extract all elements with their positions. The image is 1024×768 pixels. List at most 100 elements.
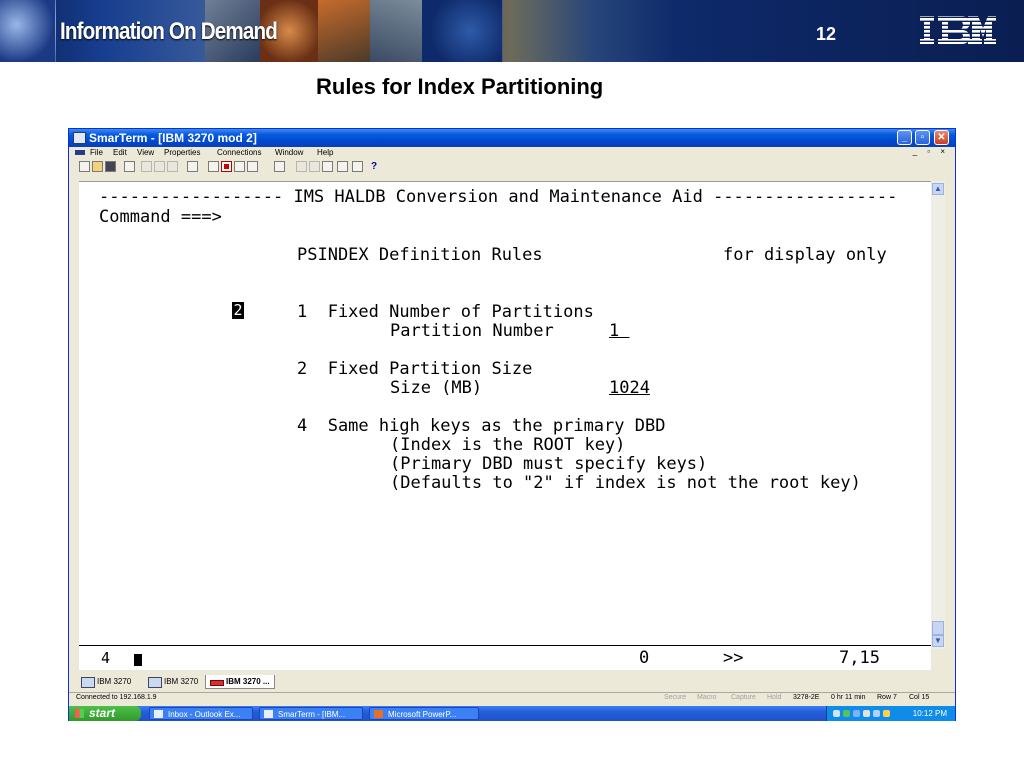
session-icon [210, 680, 224, 686]
hold-indicator: Hold [767, 694, 782, 701]
tray-messenger-icon[interactable] [853, 710, 860, 717]
banner-photo-5 [370, 0, 423, 62]
tray-network-icon[interactable] [833, 710, 840, 717]
oia-arrows: >> [723, 648, 744, 668]
menu-properties[interactable]: Properties [164, 148, 200, 157]
selection-field[interactable]: 2 [232, 302, 244, 319]
oia-cursor-position: 7,15 [839, 648, 880, 668]
session-tab-1[interactable]: IBM 3270 [77, 675, 135, 689]
slide-title-text: Rules for Index Partitioning [316, 74, 604, 99]
banner-photo-6 [422, 0, 503, 62]
tray-update-icon[interactable] [883, 710, 890, 717]
toolbar: ? [69, 159, 955, 177]
script-icon[interactable] [322, 161, 333, 172]
session-tab-label: IBM 3270 ... [226, 677, 270, 686]
session-tabs: IBM 3270 IBM 3270 IBM 3270 ... [69, 674, 955, 691]
vertical-scrollbar[interactable]: ▲ ▼ [931, 181, 945, 649]
copy-icon[interactable] [154, 161, 165, 172]
menu-terminal-icon [75, 150, 85, 155]
display-note: for display only [723, 245, 887, 265]
screen-header: ------------------ IMS HALDB Conversion … [99, 187, 898, 207]
session-tab-label: IBM 3270 [97, 677, 132, 686]
connect-icon[interactable] [234, 161, 245, 172]
menu-help[interactable]: Help [317, 148, 333, 157]
stop-icon[interactable] [309, 161, 320, 172]
maximize-button[interactable]: ▫ [915, 130, 930, 145]
option-2-field-label: Size (MB) [390, 378, 483, 398]
screen-icon[interactable] [352, 161, 363, 172]
hand-icon[interactable] [247, 161, 258, 172]
tray-monitor-icon[interactable] [873, 710, 880, 717]
menu-edit[interactable]: Edit [113, 148, 127, 157]
record-icon[interactable] [221, 161, 232, 172]
cursor-block [134, 654, 142, 666]
pause-icon[interactable] [296, 161, 307, 172]
scroll-down-icon[interactable]: ▼ [932, 635, 944, 647]
row-indicator: Row 7 [877, 694, 897, 701]
ibm-logo-icon [920, 16, 996, 44]
menu-view[interactable]: View [137, 148, 154, 157]
window-title: SmarTerm - [IBM 3270 mod 2] [89, 131, 257, 145]
task-label: Inbox - Outlook Ex... [168, 710, 241, 719]
properties-icon[interactable] [187, 161, 198, 172]
option-1: 1 Fixed Number of Partitions [297, 302, 594, 322]
task-powerpoint[interactable]: Microsoft PowerP... [369, 707, 479, 720]
terminal-screen[interactable]: ------------------ IMS HALDB Conversion … [79, 181, 931, 645]
operator-info-area: 4 0 >> 7,15 [79, 645, 931, 670]
window-titlebar[interactable]: SmarTerm - [IBM 3270 mod 2] _ ▫ ✕ [69, 129, 955, 147]
option-4: 4 Same high keys as the primary DBD [297, 416, 666, 436]
col-indicator: Col 15 [909, 694, 930, 701]
task-smarterm[interactable]: SmarTerm - [IBM... [259, 707, 363, 720]
close-button[interactable]: ✕ [934, 130, 949, 145]
session-tab-3[interactable]: IBM 3270 ... [205, 675, 275, 689]
option-4-note-3: (Defaults to "2" if index is not the roo… [390, 473, 861, 493]
scroll-thumb[interactable] [932, 621, 944, 635]
new-file-icon[interactable] [79, 161, 90, 172]
tray-shield-icon[interactable] [843, 710, 850, 717]
session-tab-label: IBM 3270 [164, 677, 199, 686]
slide-number: 12 [816, 24, 837, 44]
minimize-button[interactable]: _ [897, 130, 912, 145]
partition-number-field[interactable]: 1 [609, 322, 629, 341]
menu-connections[interactable]: Connections [217, 148, 261, 157]
option-4-note-1: (Index is the ROOT key) [390, 435, 626, 455]
play-icon[interactable] [274, 161, 285, 172]
menu-file[interactable]: File [90, 148, 103, 157]
partition-size-field[interactable]: 1024 [609, 379, 650, 398]
tray-speaker-icon[interactable] [863, 710, 870, 717]
option-1-field-label: Partition Number [390, 321, 554, 341]
cut-icon[interactable] [141, 161, 152, 172]
macro-indicator: Macro [697, 694, 717, 701]
terminal-app-icon [73, 132, 86, 144]
terminal-icon [264, 710, 273, 718]
taskbar: start Inbox - Outlook Ex... SmarTerm - [… [69, 706, 955, 721]
help-icon[interactable]: ? [371, 161, 377, 172]
session-icon [148, 677, 162, 688]
status-bar: Connected to 192.168.1.9 Secure Macro Ca… [69, 692, 955, 705]
banner-photo-1 [0, 0, 56, 62]
menu-window[interactable]: Window [275, 148, 303, 157]
print-icon[interactable] [124, 161, 135, 172]
task-label: SmarTerm - [IBM... [278, 710, 346, 719]
paste-icon[interactable] [167, 161, 178, 172]
open-folder-icon[interactable] [92, 161, 103, 172]
banner-title: Information On Demand [60, 18, 278, 45]
task-outlook[interactable]: Inbox - Outlook Ex... [149, 707, 253, 720]
capture-icon[interactable] [337, 161, 348, 172]
smarterm-window: SmarTerm - [IBM 3270 mod 2] _ ▫ ✕ File E… [68, 128, 956, 721]
banner-photo-4 [318, 0, 371, 62]
scroll-up-icon[interactable]: ▲ [932, 183, 944, 195]
capture-indicator: Capture [731, 694, 756, 701]
option-4-note-2: (Primary DBD must specify keys) [390, 454, 708, 474]
start-label: start [89, 706, 116, 720]
task-label: Microsoft PowerP... [388, 710, 457, 719]
start-button[interactable]: start [69, 706, 141, 721]
outlook-icon [154, 710, 163, 718]
save-icon[interactable] [105, 161, 116, 172]
session-tab-2[interactable]: IBM 3270 [144, 675, 202, 689]
taskbar-clock: 10:12 PM [912, 709, 947, 718]
list-icon[interactable] [208, 161, 219, 172]
mdi-controls[interactable]: _ ▫ × [913, 147, 949, 156]
secure-indicator: Secure [664, 694, 687, 701]
session-icon [81, 677, 95, 688]
